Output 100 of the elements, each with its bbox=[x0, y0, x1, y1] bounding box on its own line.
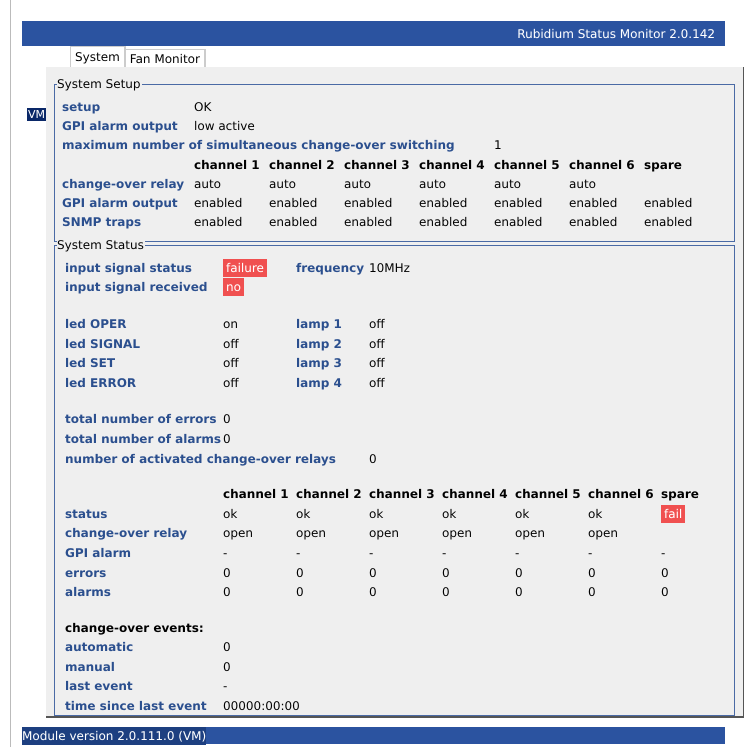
field-label: change-over relay bbox=[62, 176, 186, 193]
field-value: 0 bbox=[661, 564, 670, 582]
field-label: GPI alarm bbox=[65, 544, 132, 562]
field-label: GPI alarm output bbox=[62, 195, 179, 212]
field-value: 0 bbox=[515, 564, 524, 582]
field-value: - bbox=[588, 544, 594, 562]
field-label: total number of alarms bbox=[65, 430, 222, 448]
field-value: auto bbox=[419, 176, 448, 193]
field-value: enabled bbox=[344, 214, 394, 232]
field-value: off bbox=[369, 355, 386, 372]
field-value: off bbox=[369, 316, 386, 333]
field-value: 0 bbox=[223, 658, 232, 676]
field-value: ok bbox=[442, 506, 458, 523]
column-header: channel 2 bbox=[296, 486, 363, 504]
vm-badge: VM bbox=[27, 108, 46, 121]
field-value: 0 bbox=[223, 584, 232, 602]
field-label: frequency bbox=[296, 260, 366, 277]
column-header: spare bbox=[644, 156, 683, 174]
field-value: ok bbox=[369, 506, 384, 523]
field-value: enabled bbox=[569, 214, 618, 232]
field-value: enabled bbox=[644, 195, 694, 212]
field-label: lamp 4 bbox=[296, 374, 343, 392]
field-label: manual bbox=[65, 658, 116, 676]
field-value: ok bbox=[223, 506, 238, 523]
tab[interactable]: System bbox=[70, 46, 126, 67]
column-header: spare bbox=[661, 486, 700, 504]
field-value: ok bbox=[588, 506, 604, 523]
column-header: channel 3 bbox=[344, 156, 411, 174]
field-value: ok bbox=[515, 506, 530, 523]
column-header: channel 1 bbox=[223, 486, 290, 504]
field-value: enabled bbox=[419, 195, 468, 212]
field-value: off bbox=[223, 355, 240, 372]
field-value: enabled bbox=[269, 195, 318, 212]
field-label: errors bbox=[65, 564, 108, 582]
field-label: lamp 3 bbox=[296, 355, 343, 372]
field-label: total number of errors bbox=[65, 411, 218, 428]
field-value: enabled bbox=[194, 195, 244, 212]
field-value: auto bbox=[494, 176, 522, 193]
alert-value: no bbox=[223, 278, 244, 296]
field-label: maximum number of simultaneous change-over switching bbox=[62, 137, 456, 154]
field-value: enabled bbox=[194, 214, 244, 232]
field-label: number of activated change-over relays bbox=[65, 450, 337, 468]
field-label: led SIGNAL bbox=[65, 336, 141, 353]
field-value: auto bbox=[194, 176, 222, 193]
field-value: 10MHz bbox=[369, 260, 411, 277]
field-value: off bbox=[223, 336, 240, 353]
field-value: 0 bbox=[369, 564, 378, 582]
field-label: led SET bbox=[65, 355, 116, 372]
field-value: - bbox=[661, 544, 666, 562]
field-label: change-over relay bbox=[65, 525, 188, 542]
field-value: enabled bbox=[419, 214, 468, 232]
field-value: open bbox=[442, 525, 473, 542]
field-value: 0 bbox=[442, 564, 451, 582]
column-header: channel 4 bbox=[442, 486, 509, 504]
field-value: 0 bbox=[661, 584, 670, 602]
column-header: channel 5 bbox=[515, 486, 582, 504]
field-value: 0 bbox=[223, 564, 232, 582]
field-value: - bbox=[223, 678, 228, 696]
field-value: off bbox=[369, 374, 386, 392]
field-label: status bbox=[65, 506, 108, 523]
field-value: OK bbox=[194, 98, 212, 116]
field-label: lamp 1 bbox=[296, 316, 343, 333]
field-label: led ERROR bbox=[65, 374, 138, 392]
field-value: 0 bbox=[223, 430, 232, 448]
field-label: SNMP traps bbox=[62, 214, 142, 232]
column-header: channel 6 bbox=[588, 486, 655, 504]
field-value: 00000:00:00 bbox=[223, 698, 296, 716]
module-version: Module version 2.0.111.0 (VM) bbox=[22, 726, 206, 744]
field-value: enabled bbox=[644, 214, 694, 232]
field-label: time since last event bbox=[65, 698, 208, 716]
field-value: 0 bbox=[296, 584, 305, 602]
field-value: open bbox=[369, 525, 400, 542]
group-title: System Status bbox=[57, 237, 145, 253]
field-value: enabled bbox=[269, 214, 318, 232]
field-value: 0 bbox=[223, 639, 232, 656]
field-value: 0 bbox=[296, 564, 305, 582]
field-value: 0 bbox=[223, 411, 232, 428]
field-value: 0 bbox=[369, 450, 378, 468]
field-label: automatic bbox=[65, 639, 134, 656]
field-value: low active bbox=[194, 118, 256, 135]
field-value: auto bbox=[344, 176, 372, 193]
column-header: channel 2 bbox=[269, 156, 336, 174]
field-value: open bbox=[515, 525, 546, 542]
field-value: 0 bbox=[588, 584, 597, 602]
tab[interactable]: Fan Monitor bbox=[126, 49, 206, 67]
field-label: led OPER bbox=[65, 316, 128, 333]
field-value: enabled bbox=[494, 195, 544, 212]
field-value: - bbox=[369, 544, 374, 562]
field-label: last event bbox=[65, 678, 134, 696]
field-value: 0 bbox=[369, 584, 378, 602]
field-value: open bbox=[588, 525, 619, 542]
column-header: channel 5 bbox=[494, 156, 561, 174]
field-value: ok bbox=[296, 506, 312, 523]
column-header: channel 6 bbox=[569, 156, 636, 174]
field-label: lamp 2 bbox=[296, 336, 343, 353]
field-label: setup bbox=[62, 98, 102, 116]
section-heading: change-over events: bbox=[65, 620, 205, 637]
field-value: - bbox=[223, 544, 228, 562]
app-title: Rubidium Status Monitor 2.0.142 bbox=[517, 26, 715, 42]
field-value: enabled bbox=[494, 214, 544, 232]
